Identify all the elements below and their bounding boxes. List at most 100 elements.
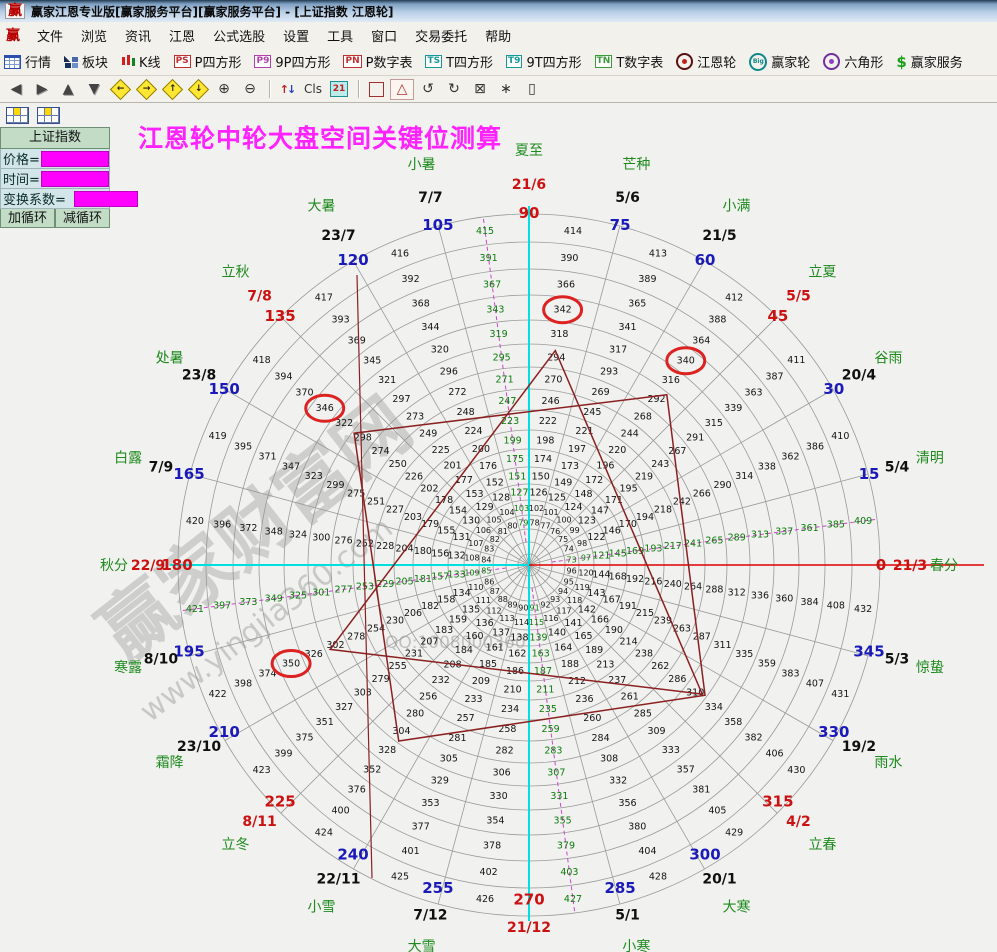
center-view-button[interactable]: ∗ [494,79,518,100]
menu-item-9[interactable]: 帮助 [476,23,520,48]
toolbar-button-板块[interactable]: 板块 [64,52,108,71]
solar-term-label: 大雪 [408,939,436,952]
wheel-number: 225 [432,445,450,456]
solar-term-label: 立春 [808,837,836,853]
wheel-number: 368 [412,299,430,310]
wheel-number: 155 [437,526,455,537]
diamond-down-button[interactable]: ↓ [186,79,210,100]
zoom-in-button[interactable]: ⊕ [212,79,236,100]
arrow-left-button[interactable]: ◀ [4,79,28,100]
zoom-out-button[interactable]: ⊖ [238,79,262,100]
wheel-number: 355 [554,815,572,826]
menu-item-7[interactable]: 窗口 [362,23,406,48]
wheel-number: 148 [574,489,592,500]
time-input[interactable] [41,171,109,187]
menu-item-4[interactable]: 公式选股 [204,23,274,48]
menu-item-5[interactable]: 设置 [274,23,318,48]
degree-label: 120 [337,251,368,269]
degree-label: 285 [604,879,635,897]
menu-item-0[interactable]: 文件 [28,23,72,48]
wheel-number: 222 [539,416,557,427]
arrow-down-button[interactable]: ▼ [82,79,106,100]
wheel-number: 351 [316,717,334,728]
toolbar-button-P四方形[interactable]: PSP四方形 [174,52,242,71]
square-tool-button[interactable] [364,79,388,100]
date-label: 22/11 [316,871,360,887]
menu-item-8[interactable]: 交易委托 [406,23,476,48]
wheel-number: 328 [378,745,396,756]
toolbar-button-P数字表[interactable]: PNP数字表 [343,52,412,71]
grid-table-icon-1[interactable] [6,107,29,124]
titlebar: 赢 赢家江恩专业版[赢家服务平台][赢家服务平台] - [上证指数 江恩轮] [0,0,997,22]
gann-wheel-canvas[interactable]: 赢家财富网www.yingjia360.comQQ:10080003607374… [0,103,997,952]
range-updown-button[interactable]: ↑↓ [275,79,299,100]
wheel-number: 348 [265,526,283,537]
wheel-number: 139 [529,632,547,643]
calendar-21-button[interactable]: 21 [327,79,351,100]
toolbar-button-六角形[interactable]: 六角形 [823,52,883,71]
diamond-up-button[interactable]: ↑ [160,79,184,100]
arrow-up-button[interactable]: ▲ [56,79,80,100]
price-input[interactable] [41,151,109,167]
wheel-number: 340 [677,356,695,367]
mini-toolbar [6,107,60,124]
marquee-button[interactable]: ⊠ [468,79,492,100]
add-cycle-button[interactable]: 加循环 [0,209,55,228]
toolbar-button-T数字表[interactable]: TNT数字表 [595,52,664,71]
wheel-number: 91 [530,604,540,613]
wheel-number: 154 [449,506,467,517]
sub-cycle-button[interactable]: 减循环 [55,209,110,228]
wheel-number: 256 [419,691,437,702]
toolbar-button-赢家服务[interactable]: $赢家服务 [896,52,962,71]
menu-item-3[interactable]: 江恩 [160,23,204,48]
arrow-right-button[interactable]: ▶ [30,79,54,100]
toolbar-button-9P四方形[interactable]: P99P四方形 [254,52,330,71]
toolbar-button-T四方形[interactable]: TST四方形 [425,52,493,71]
rotate-ccw-button[interactable]: ↺ [416,79,440,100]
cls-button[interactable]: Cls [301,79,325,100]
coef-input[interactable] [74,191,138,207]
menu-item-1[interactable]: 浏览 [72,23,116,48]
presentation-button[interactable]: ▯ [520,79,544,100]
wheel-number: 325 [289,590,307,601]
wheel-number: 357 [677,764,695,775]
wheel-number: 377 [412,821,430,832]
wheel-number: 108 [464,553,479,562]
wheel-number: 392 [401,274,419,285]
wheel-number: 364 [692,335,710,346]
diamond-left-button[interactable]: ← [108,79,132,100]
rotate-cw-button[interactable]: ↻ [442,79,466,100]
wheel-number: 289 [728,533,746,544]
toolbar-button-江恩轮[interactable]: 江恩轮 [676,52,736,71]
date-label: 21/5 [702,228,736,244]
wheel-number: 343 [486,305,504,316]
toolbar-button-行情[interactable]: 行情 [4,52,51,71]
wheel-number: 278 [347,632,365,643]
wheel-number: 160 [465,631,483,642]
wheel-number: 317 [609,345,627,356]
menu-item-6[interactable]: 工具 [318,23,362,48]
wheel-number: 406 [765,748,783,759]
solar-term-label: 芒种 [622,157,650,173]
diamond-right-button[interactable]: → [134,79,158,100]
solar-term-label: 谷雨 [874,351,902,367]
wheel-number: 257 [457,713,475,724]
triangle-tool-button[interactable]: △ [390,79,414,100]
grid-table-icon-2[interactable] [37,107,60,124]
wheel-number: 159 [449,614,467,625]
toolbar-button-K线[interactable]: K线 [121,52,161,71]
toolbar-button-赢家轮[interactable]: Big赢家轮 [749,52,810,71]
wheel-number: 277 [335,584,353,595]
wheel-number: 228 [376,541,394,552]
wheel-number: 407 [806,678,824,689]
main-toolbar: 行情板块 K线 PSP四方形 P99P四方形 PNP数字表 TST四方形 T99T四方形 TN… [0,48,997,76]
date-label: 4/2 [786,814,811,830]
toolbar-button-9T四方形[interactable]: T99T四方形 [506,52,582,71]
wheel-number: 271 [496,375,514,386]
wheel-number: 305 [440,754,458,765]
menu-item-2[interactable]: 资讯 [116,23,160,48]
wheel-number: 418 [253,355,271,366]
solar-term-label: 雨水 [874,755,902,771]
wheel-number: 97 [581,553,591,562]
solar-term-label: 小暑 [408,157,436,173]
